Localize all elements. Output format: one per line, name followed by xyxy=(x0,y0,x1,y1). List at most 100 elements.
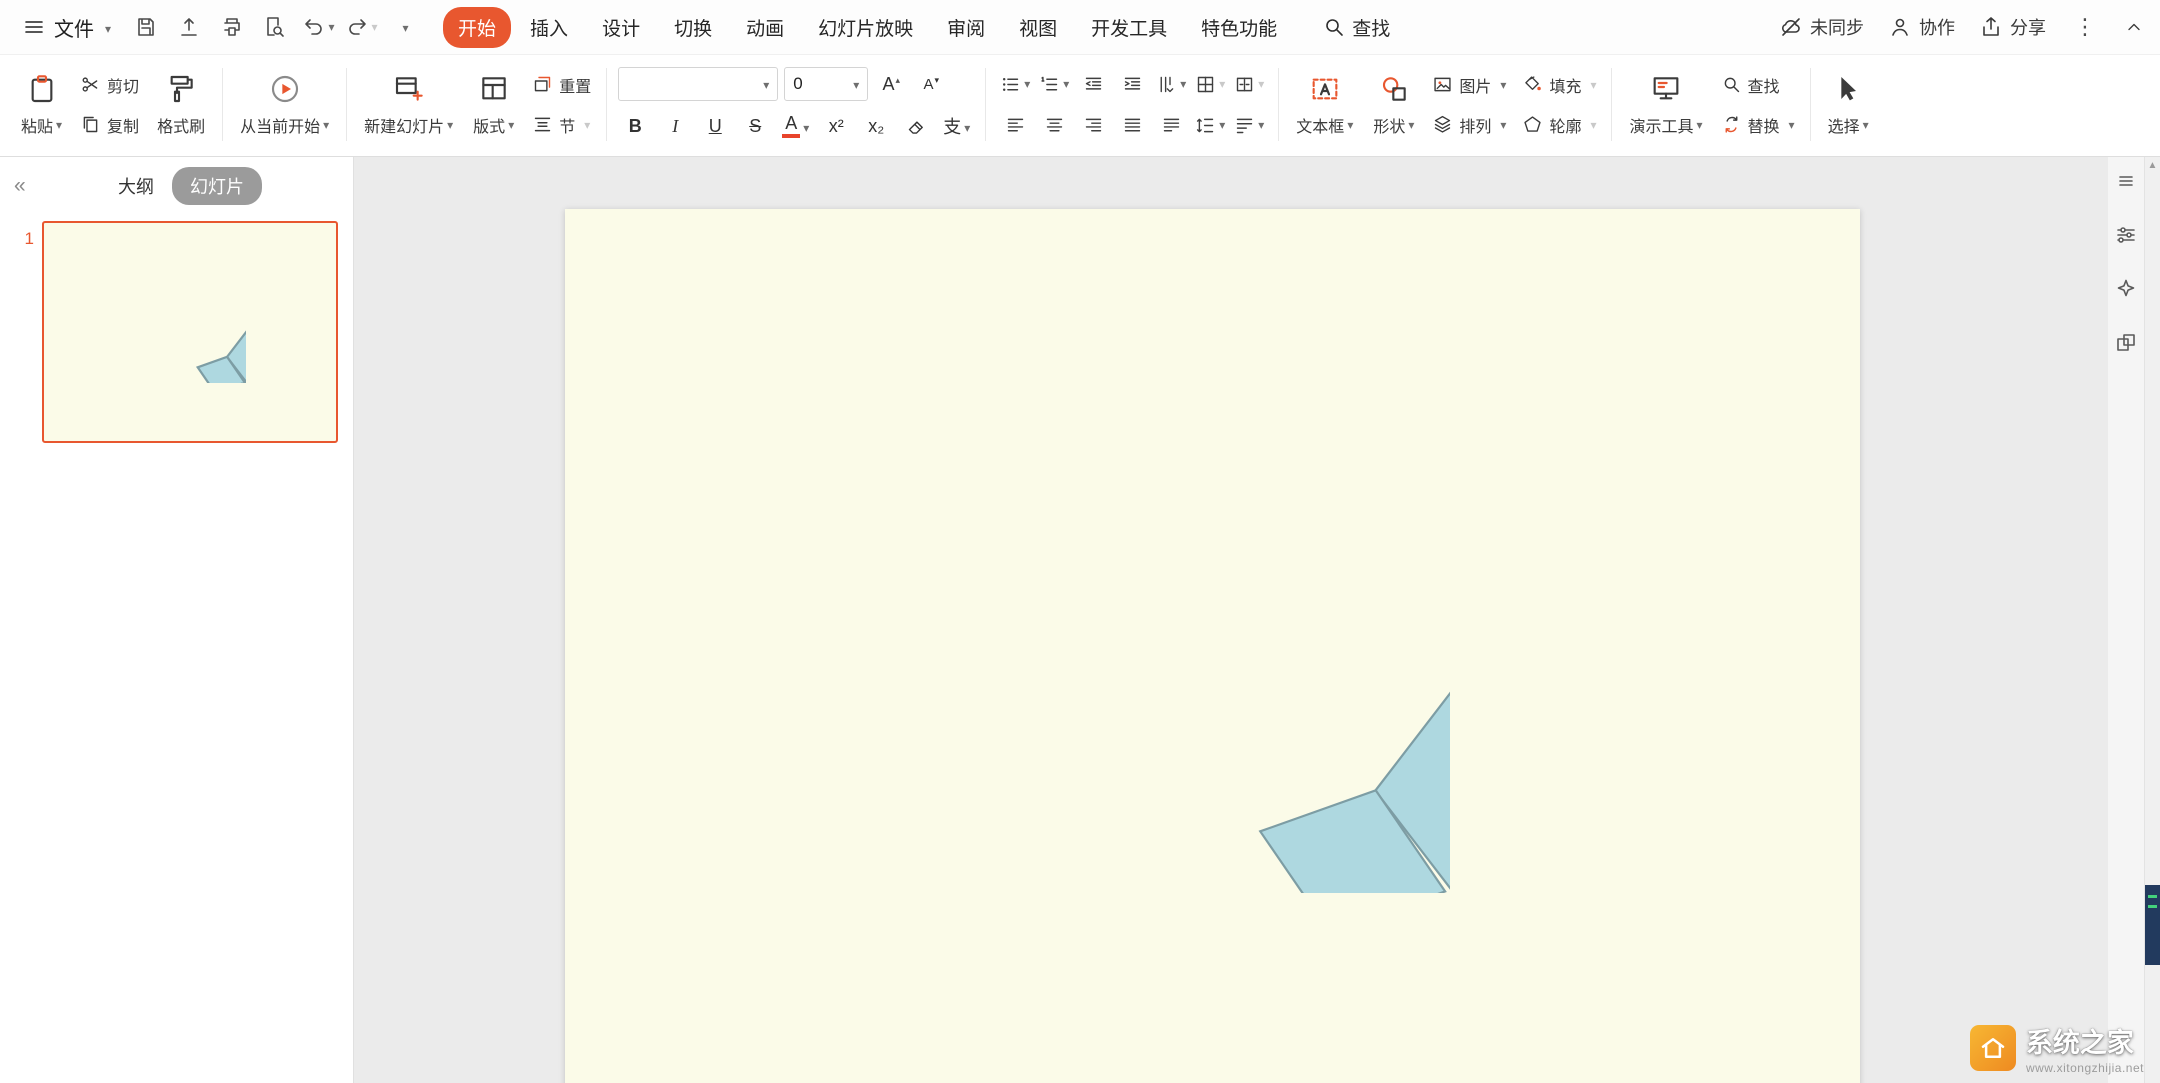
sync-status-button[interactable]: 未同步 xyxy=(1779,14,1864,40)
italic-button[interactable]: I xyxy=(658,110,692,142)
section-button[interactable]: 节 xyxy=(528,111,595,139)
font-color-button[interactable]: A xyxy=(778,110,813,142)
strikethrough-button[interactable]: S xyxy=(738,110,772,142)
customize-quick-access-button[interactable] xyxy=(385,8,423,46)
tab-special-features[interactable]: 特色功能 xyxy=(1186,7,1292,48)
increase-indent-button[interactable] xyxy=(1114,68,1150,100)
save-icon xyxy=(134,15,158,39)
find-button[interactable]: 查找 xyxy=(1717,71,1799,99)
export-button[interactable] xyxy=(170,8,208,46)
collapse-ribbon-button[interactable] xyxy=(2124,17,2144,37)
bold-button[interactable]: B xyxy=(618,110,652,142)
tab-developer[interactable]: 开发工具 xyxy=(1076,7,1182,48)
collapse-panel-button[interactable] xyxy=(14,174,44,198)
object-properties-button[interactable] xyxy=(2112,221,2140,249)
ribbon-separator xyxy=(606,68,607,141)
line-spacing-icon xyxy=(1195,115,1216,136)
tab-outline[interactable]: 大纲 xyxy=(116,167,156,205)
columns-button[interactable] xyxy=(1231,68,1267,100)
new-slide-button[interactable]: 新建幻灯片 xyxy=(358,71,459,139)
paragraph-spacing-button[interactable] xyxy=(1231,109,1267,141)
shapes-icon xyxy=(1378,73,1410,105)
tab-home[interactable]: 开始 xyxy=(443,7,511,48)
tab-slides[interactable]: 幻灯片 xyxy=(172,167,262,205)
align-right-icon xyxy=(1083,115,1104,136)
star-shapes[interactable] xyxy=(1010,453,1450,893)
ribbon-separator xyxy=(1810,68,1811,141)
picture-button[interactable]: 图片 xyxy=(1428,71,1510,99)
presentation-tools-button[interactable]: 演示工具 xyxy=(1623,71,1708,139)
character-tool-button[interactable]: 支 xyxy=(939,110,974,142)
format-painter-button[interactable]: 格式刷 xyxy=(151,71,211,139)
line-spacing-button[interactable] xyxy=(1192,109,1228,141)
align-center-button[interactable] xyxy=(1036,109,1072,141)
text-box-button[interactable]: 文本框 xyxy=(1290,71,1359,139)
slide-canvas[interactable] xyxy=(354,157,2108,1083)
replace-button[interactable]: 替换 xyxy=(1717,111,1799,139)
selection-pane-button[interactable] xyxy=(2112,329,2140,357)
text-direction-button[interactable] xyxy=(1153,68,1189,100)
font-size-select[interactable]: 0 xyxy=(784,67,868,101)
print-preview-button[interactable] xyxy=(256,8,294,46)
slide-thumbnail[interactable] xyxy=(42,221,338,443)
shapes-button[interactable]: 形状 xyxy=(1367,71,1420,139)
decrease-font-size-button[interactable]: A xyxy=(914,68,948,100)
more-menu-button[interactable] xyxy=(2070,14,2100,40)
font-family-select[interactable] xyxy=(618,67,778,101)
collaborate-button[interactable]: 协作 xyxy=(1888,14,1955,40)
outline-button[interactable]: 轮廓 xyxy=(1518,111,1600,139)
menubar-find-button[interactable]: 查找 xyxy=(1322,14,1390,41)
numbered-list-button[interactable] xyxy=(1036,68,1072,100)
caret-down-icon xyxy=(1216,116,1225,134)
eraser-icon xyxy=(906,116,927,137)
file-menu-button[interactable]: 文件 xyxy=(16,9,117,46)
table-grid-button[interactable] xyxy=(1192,68,1228,100)
cut-button[interactable]: 剪切 xyxy=(76,71,143,99)
tab-transition[interactable]: 切换 xyxy=(659,7,727,48)
reset-button[interactable]: 重置 xyxy=(528,71,595,99)
caret-down-icon xyxy=(1694,116,1703,134)
tab-animation[interactable]: 动画 xyxy=(731,7,799,48)
tab-view[interactable]: 视图 xyxy=(1004,7,1072,48)
redo-button[interactable] xyxy=(342,8,380,46)
underline-button[interactable]: U xyxy=(698,110,732,142)
subscript-button[interactable]: x₂ xyxy=(859,110,893,142)
arrange-button[interactable]: 排列 xyxy=(1428,111,1510,139)
align-right-button[interactable] xyxy=(1075,109,1111,141)
tab-review[interactable]: 审阅 xyxy=(932,7,1000,48)
fill-button[interactable]: 填充 xyxy=(1518,71,1600,99)
monitor-icon xyxy=(1650,73,1682,105)
save-button[interactable] xyxy=(127,8,165,46)
slideshow-group: 从当前开始 xyxy=(225,60,344,149)
slide-thumbnail-star-shapes xyxy=(134,271,246,383)
paste-button[interactable]: 粘贴 xyxy=(15,71,68,139)
slide-surface[interactable] xyxy=(565,209,1860,1083)
select-button[interactable]: 选择 xyxy=(1822,71,1875,139)
increase-font-size-button[interactable]: A xyxy=(874,68,908,100)
undo-button[interactable] xyxy=(299,8,337,46)
clipboard-group: 粘贴 剪切 复制 格式刷 xyxy=(6,60,220,149)
slide-panel-header: 大纲 幻灯片 xyxy=(0,157,353,215)
clear-format-button[interactable] xyxy=(899,110,933,142)
copy-button[interactable]: 复制 xyxy=(76,111,143,139)
tab-insert[interactable]: 插入 xyxy=(515,7,583,48)
distribute-text-button[interactable] xyxy=(1153,109,1189,141)
scrollbar-up-button[interactable] xyxy=(2145,160,2160,171)
effects-button[interactable] xyxy=(2112,275,2140,303)
play-from-current-button[interactable]: 从当前开始 xyxy=(234,71,335,139)
list-lines-button[interactable] xyxy=(2112,167,2140,195)
undo-icon xyxy=(302,15,326,39)
sync-status-label: 未同步 xyxy=(1810,14,1864,40)
decrease-indent-button[interactable] xyxy=(1075,68,1111,100)
print-button[interactable] xyxy=(213,8,251,46)
layout-button[interactable]: 版式 xyxy=(467,71,520,139)
tab-design[interactable]: 设计 xyxy=(587,7,655,48)
vertical-scrollbar[interactable] xyxy=(2144,157,2160,1083)
superscript-button[interactable]: x² xyxy=(819,110,853,142)
scrollbar-marker[interactable] xyxy=(2145,885,2160,965)
tab-slideshow[interactable]: 幻灯片放映 xyxy=(803,7,928,48)
bullet-list-button[interactable] xyxy=(997,68,1033,100)
justify-button[interactable] xyxy=(1114,109,1150,141)
align-left-button[interactable] xyxy=(997,109,1033,141)
share-button[interactable]: 分享 xyxy=(1979,14,2046,40)
